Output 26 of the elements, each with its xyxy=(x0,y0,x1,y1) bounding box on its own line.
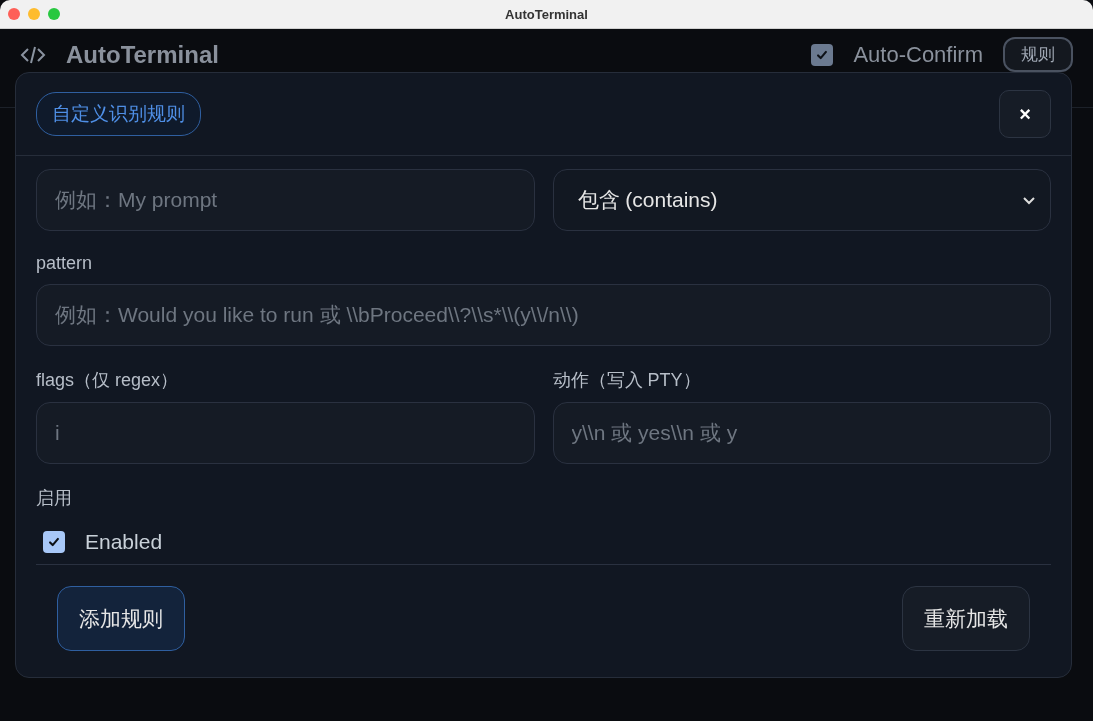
flags-label: flags（仅 regex） xyxy=(36,369,180,392)
add-rule-button[interactable]: 添加规则 xyxy=(57,586,185,651)
enabled-checkbox[interactable] xyxy=(43,531,65,553)
zoom-window-button[interactable] xyxy=(48,8,60,20)
action-input[interactable]: y\\n 或 yes\\n 或 y xyxy=(552,402,1051,464)
auto-confirm-label: Auto-Confirm xyxy=(853,41,983,68)
name-input[interactable]: 例如：My prompt xyxy=(36,169,535,231)
window-title: AutoTerminal xyxy=(505,6,588,22)
action-label: 动作（写入 PTY） xyxy=(552,369,702,392)
enabled-checkbox-label: Enabled xyxy=(85,530,163,554)
enabled-label: 启用 xyxy=(36,487,73,510)
pattern-label: pattern xyxy=(36,253,94,274)
auto-confirm-checkbox[interactable] xyxy=(811,43,834,66)
rules-button[interactable]: 规则 xyxy=(1003,37,1073,72)
reload-button[interactable]: 重新加载 xyxy=(902,586,1030,651)
pattern-input[interactable]: 例如：Would you like to run 或 \\bProceed\\?\\s*\\(y\\/n\\) xyxy=(36,284,1051,346)
check-icon xyxy=(47,535,61,549)
flags-input[interactable]: i xyxy=(36,402,535,464)
dialog-title: 自定义识别规则 xyxy=(36,92,201,136)
code-icon xyxy=(20,44,46,65)
minimize-window-button[interactable] xyxy=(28,8,40,20)
match-type-select[interactable]: 包含 (contains) xyxy=(552,169,1051,231)
close-button[interactable]: × xyxy=(999,90,1051,138)
close-window-button[interactable] xyxy=(8,8,20,20)
app-title: AutoTerminal xyxy=(66,40,219,69)
chevron-down-icon xyxy=(1022,195,1036,205)
